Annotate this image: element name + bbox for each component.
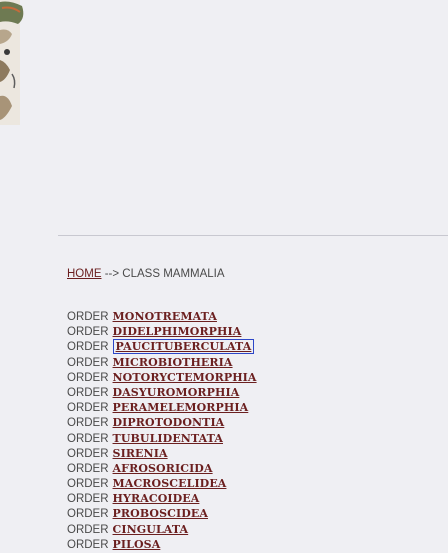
list-item: ORDER AFROSORICIDA bbox=[67, 461, 257, 476]
order-link-pilosa[interactable]: PILOSA bbox=[113, 538, 161, 551]
order-link-paucituberculata[interactable]: PAUCITUBERCULATA bbox=[112, 339, 255, 355]
order-prefix: ORDER bbox=[67, 478, 109, 491]
order-prefix: ORDER bbox=[67, 356, 109, 369]
list-item: ORDER MICROBIOTHERIA bbox=[67, 355, 257, 370]
order-link-monotremata[interactable]: MONOTREMATA bbox=[113, 310, 217, 323]
order-prefix: ORDER bbox=[67, 402, 109, 415]
list-item: ORDER CINGULATA bbox=[67, 522, 257, 537]
animal-photo-image bbox=[0, 0, 50, 125]
list-item: ORDER NOTORYCTEMORPHIA bbox=[67, 370, 257, 385]
list-item: ORDER PERAMELEMORPHIA bbox=[67, 400, 257, 415]
order-link-didelphimorphia[interactable]: DIDELPHIMORPHIA bbox=[113, 325, 242, 338]
list-item: ORDER DASYUROMORPHIA bbox=[67, 385, 257, 400]
breadcrumb-current: CLASS MAMMALIA bbox=[122, 268, 225, 280]
order-link-microbiotheria[interactable]: MICROBIOTHERIA bbox=[113, 356, 233, 369]
order-prefix: ORDER bbox=[67, 493, 109, 506]
order-prefix: ORDER bbox=[67, 432, 109, 445]
order-list: ORDER MONOTREMATA ORDER DIDELPHIMORPHIA OR… bbox=[67, 309, 257, 552]
breadcrumb-separator: --> bbox=[104, 268, 120, 280]
breadcrumb: HOME --> CLASS MAMMALIA bbox=[67, 268, 225, 280]
order-prefix: ORDER bbox=[67, 371, 109, 384]
list-item: ORDER DIPROTODONTIA bbox=[67, 415, 257, 430]
divider bbox=[58, 235, 448, 236]
order-link-dasyuromorphia[interactable]: DASYUROMORPHIA bbox=[113, 386, 240, 399]
order-prefix: ORDER bbox=[67, 538, 109, 551]
order-prefix: ORDER bbox=[67, 311, 109, 323]
list-item: ORDER PROBOSCIDEA bbox=[67, 506, 257, 521]
order-link-tubulidentata[interactable]: TUBULIDENTATA bbox=[113, 432, 223, 445]
order-link-peramelemorphia[interactable]: PERAMELEMORPHIA bbox=[113, 401, 249, 414]
list-item: ORDER MONOTREMATA bbox=[67, 309, 257, 324]
order-prefix: ORDER bbox=[67, 417, 109, 430]
order-link-hyracoidea[interactable]: HYRACOIDEA bbox=[113, 492, 200, 505]
order-prefix: ORDER bbox=[67, 341, 109, 354]
order-link-notoryctemorphia[interactable]: NOTORYCTEMORPHIA bbox=[113, 371, 257, 384]
order-link-macroscelidea[interactable]: MACROSCELIDEA bbox=[113, 477, 227, 490]
list-item: ORDER TUBULIDENTATA bbox=[67, 431, 257, 446]
header-photo bbox=[0, 0, 50, 125]
order-prefix: ORDER bbox=[67, 462, 109, 475]
list-item: ORDER PILOSA bbox=[67, 537, 257, 552]
order-link-afrosoricida[interactable]: AFROSORICIDA bbox=[113, 462, 213, 475]
order-prefix: ORDER bbox=[67, 523, 109, 536]
list-item: ORDER MACROSCELIDEA bbox=[67, 476, 257, 491]
order-link-diprotodontia[interactable]: DIPROTODONTIA bbox=[113, 416, 225, 429]
list-item: ORDER HYRACOIDEA bbox=[67, 491, 257, 506]
order-link-proboscidea[interactable]: PROBOSCIDEA bbox=[113, 507, 208, 520]
order-link-cingulata[interactable]: CINGULATA bbox=[113, 523, 189, 536]
order-prefix: ORDER bbox=[67, 326, 109, 339]
order-prefix: ORDER bbox=[67, 447, 109, 460]
breadcrumb-home-link[interactable]: HOME bbox=[67, 268, 102, 280]
order-prefix: ORDER bbox=[67, 508, 109, 521]
list-item: ORDER PAUCITUBERCULATA bbox=[67, 339, 257, 355]
order-link-sirenia[interactable]: SIRENIA bbox=[113, 447, 168, 460]
order-prefix: ORDER bbox=[67, 386, 109, 399]
list-item: ORDER DIDELPHIMORPHIA bbox=[67, 324, 257, 339]
